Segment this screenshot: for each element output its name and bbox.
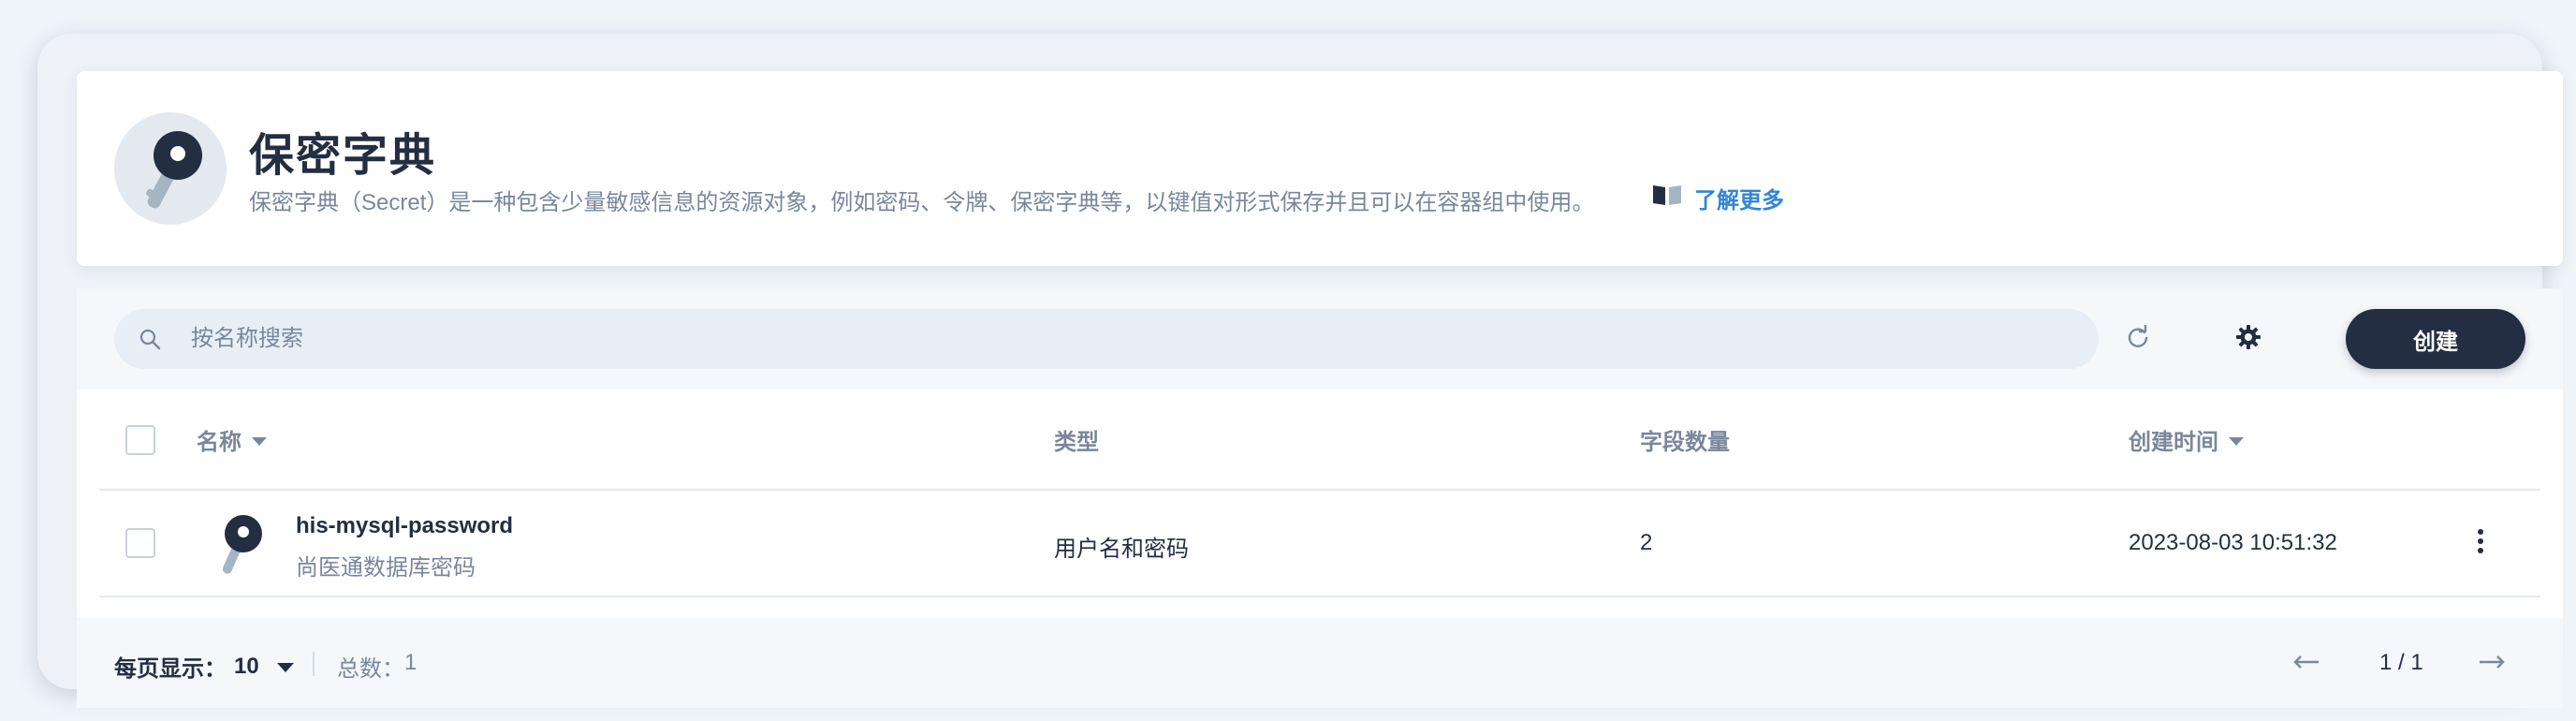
next-page-button[interactable] (2473, 648, 2510, 680)
prev-page-button[interactable] (2288, 648, 2325, 680)
table-header: 名称 类型 字段数量 创建时间 (99, 390, 2540, 491)
total-value: 1 (404, 650, 417, 675)
arrow-left-icon (2292, 655, 2320, 674)
secrets-panel: 创建 名称 类型 字段数量 创建时间 (77, 288, 2563, 708)
table-row[interactable]: his-mysql-password 尚医通数据库密码 用户名和密码 2 202… (99, 491, 2540, 597)
column-name-header[interactable]: 名称 (197, 423, 268, 456)
refresh-button[interactable] (2119, 320, 2157, 358)
app-window: 保密字典 保密字典（Secret）是一种包含少量敏感信息的资源对象，例如密码、令… (37, 34, 2563, 708)
row-checkbox[interactable] (125, 528, 155, 558)
create-button[interactable]: 创建 (2346, 309, 2525, 369)
more-vertical-icon (2477, 528, 2484, 559)
secret-name-link[interactable]: his-mysql-password (296, 513, 513, 539)
page-header: 保密字典 保密字典（Secret）是一种包含少量敏感信息的资源对象，例如密码、令… (77, 71, 2563, 266)
column-name-label: 名称 (197, 430, 242, 455)
secret-type: 用户名和密码 (1054, 537, 1189, 562)
secret-field-count: 2 (1640, 530, 1653, 555)
column-created-time-header[interactable]: 创建时间 (2129, 423, 2245, 456)
per-page-select[interactable]: 每页显示： 10 (114, 650, 295, 683)
footer-divider (313, 652, 315, 676)
book-icon (1651, 183, 1683, 213)
key-icon (114, 112, 227, 225)
page-title: 保密字典 (249, 131, 437, 181)
caret-down-icon (276, 654, 295, 680)
settings-button[interactable] (2230, 320, 2267, 358)
secret-description: 尚医通数据库密码 (296, 555, 476, 581)
column-field-count-label: 字段数量 (1640, 430, 1730, 455)
per-page-value: 10 (234, 653, 259, 679)
page-description: 保密字典（Secret）是一种包含少量敏感信息的资源对象，例如密码、令牌、保密字… (249, 190, 1595, 215)
page-indicator: 1 / 1 (2379, 650, 2423, 675)
search-icon (139, 328, 161, 350)
learn-more-link[interactable]: 了解更多 (1651, 182, 1784, 214)
learn-more-label: 了解更多 (1694, 188, 1784, 213)
toolbar: 创建 (77, 288, 2563, 390)
refresh-icon (2126, 324, 2150, 354)
column-type-header: 类型 (1054, 423, 1099, 456)
column-field-count-header: 字段数量 (1640, 423, 1730, 456)
arrow-right-icon (2478, 655, 2506, 674)
key-icon (215, 513, 271, 579)
search-bar[interactable] (114, 309, 2099, 369)
secret-created-time: 2023-08-03 10:51:32 (2129, 530, 2337, 555)
column-created-time-label: 创建时间 (2129, 430, 2218, 455)
row-more-button[interactable] (2464, 526, 2497, 560)
total-count: 总数： 1 (337, 650, 417, 683)
column-type-label: 类型 (1054, 430, 1099, 455)
select-all-checkbox[interactable] (125, 425, 155, 455)
caret-down-icon (2228, 427, 2245, 453)
pagination-bar: 每页显示： 10 总数： 1 1 / 1 (77, 618, 2563, 708)
per-page-label: 每页显示： (114, 656, 227, 682)
total-label: 总数： (337, 656, 404, 682)
caret-down-icon (251, 427, 268, 453)
search-input[interactable] (191, 309, 1969, 369)
gear-icon (2235, 324, 2261, 355)
secrets-table: 名称 类型 字段数量 创建时间 his-mysql-password 尚医通数据… (77, 390, 2563, 618)
